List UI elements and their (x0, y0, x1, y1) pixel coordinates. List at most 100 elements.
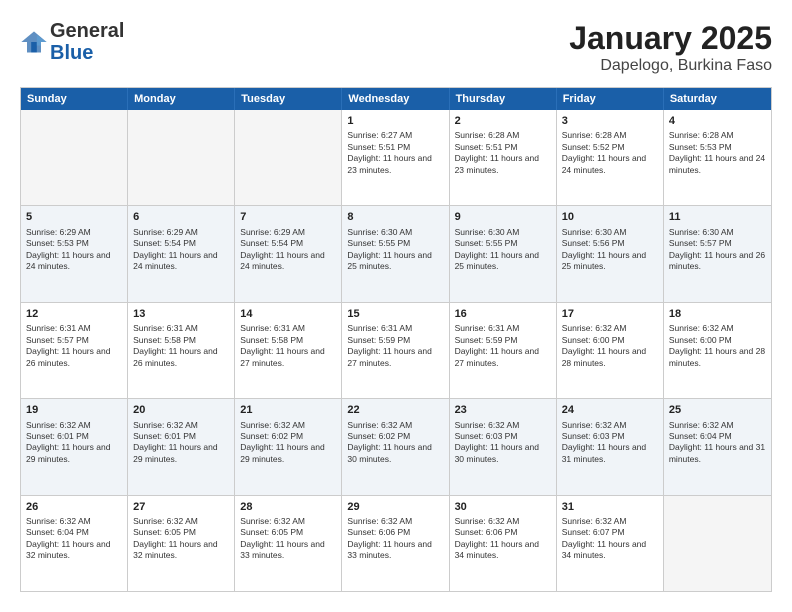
day-number: 31 (562, 500, 658, 514)
cell-info: Sunrise: 6:32 AM Sunset: 6:05 PM Dayligh… (240, 516, 336, 562)
calendar-body: 1 Sunrise: 6:27 AM Sunset: 5:51 PM Dayli… (21, 110, 771, 591)
cell-info: Sunrise: 6:30 AM Sunset: 5:56 PM Dayligh… (562, 227, 658, 273)
day-cell-12: 12 Sunrise: 6:31 AM Sunset: 5:57 PM Dayl… (21, 303, 128, 398)
header-day-monday: Monday (128, 88, 235, 110)
header: General Blue January 2025 Dapelogo, Burk… (20, 20, 772, 75)
day-number: 20 (133, 403, 229, 417)
day-cell-27: 27 Sunrise: 6:32 AM Sunset: 6:05 PM Dayl… (128, 496, 235, 591)
day-cell-8: 8 Sunrise: 6:30 AM Sunset: 5:55 PM Dayli… (342, 206, 449, 301)
day-number: 12 (26, 307, 122, 321)
day-number: 13 (133, 307, 229, 321)
cell-info: Sunrise: 6:32 AM Sunset: 6:01 PM Dayligh… (26, 420, 122, 466)
day-cell-21: 21 Sunrise: 6:32 AM Sunset: 6:02 PM Dayl… (235, 399, 342, 494)
day-number: 16 (455, 307, 551, 321)
day-cell-13: 13 Sunrise: 6:31 AM Sunset: 5:58 PM Dayl… (128, 303, 235, 398)
day-cell-29: 29 Sunrise: 6:32 AM Sunset: 6:06 PM Dayl… (342, 496, 449, 591)
day-number: 26 (26, 500, 122, 514)
day-cell-14: 14 Sunrise: 6:31 AM Sunset: 5:58 PM Dayl… (235, 303, 342, 398)
cell-info: Sunrise: 6:29 AM Sunset: 5:54 PM Dayligh… (133, 227, 229, 273)
cell-info: Sunrise: 6:31 AM Sunset: 5:59 PM Dayligh… (455, 323, 551, 369)
cell-info: Sunrise: 6:32 AM Sunset: 6:07 PM Dayligh… (562, 516, 658, 562)
day-cell-20: 20 Sunrise: 6:32 AM Sunset: 6:01 PM Dayl… (128, 399, 235, 494)
day-cell-24: 24 Sunrise: 6:32 AM Sunset: 6:03 PM Dayl… (557, 399, 664, 494)
day-cell-11: 11 Sunrise: 6:30 AM Sunset: 5:57 PM Dayl… (664, 206, 771, 301)
day-cell-7: 7 Sunrise: 6:29 AM Sunset: 5:54 PM Dayli… (235, 206, 342, 301)
day-cell-30: 30 Sunrise: 6:32 AM Sunset: 6:06 PM Dayl… (450, 496, 557, 591)
cell-info: Sunrise: 6:31 AM Sunset: 5:58 PM Dayligh… (133, 323, 229, 369)
day-cell-28: 28 Sunrise: 6:32 AM Sunset: 6:05 PM Dayl… (235, 496, 342, 591)
cell-info: Sunrise: 6:32 AM Sunset: 6:00 PM Dayligh… (669, 323, 766, 369)
day-number: 6 (133, 210, 229, 224)
calendar-row-2: 5 Sunrise: 6:29 AM Sunset: 5:53 PM Dayli… (21, 205, 771, 301)
cell-info: Sunrise: 6:29 AM Sunset: 5:54 PM Dayligh… (240, 227, 336, 273)
empty-cell (235, 110, 342, 205)
day-cell-1: 1 Sunrise: 6:27 AM Sunset: 5:51 PM Dayli… (342, 110, 449, 205)
header-day-sunday: Sunday (21, 88, 128, 110)
cell-info: Sunrise: 6:30 AM Sunset: 5:57 PM Dayligh… (669, 227, 766, 273)
day-cell-15: 15 Sunrise: 6:31 AM Sunset: 5:59 PM Dayl… (342, 303, 449, 398)
day-number: 24 (562, 403, 658, 417)
cell-info: Sunrise: 6:31 AM Sunset: 5:57 PM Dayligh… (26, 323, 122, 369)
day-number: 30 (455, 500, 551, 514)
day-number: 4 (669, 114, 766, 128)
day-number: 21 (240, 403, 336, 417)
cell-info: Sunrise: 6:32 AM Sunset: 6:04 PM Dayligh… (26, 516, 122, 562)
header-day-tuesday: Tuesday (235, 88, 342, 110)
cell-info: Sunrise: 6:28 AM Sunset: 5:53 PM Dayligh… (669, 130, 766, 176)
logo-icon (20, 28, 48, 56)
cell-info: Sunrise: 6:32 AM Sunset: 6:05 PM Dayligh… (133, 516, 229, 562)
empty-cell (21, 110, 128, 205)
header-day-thursday: Thursday (450, 88, 557, 110)
cell-info: Sunrise: 6:32 AM Sunset: 6:02 PM Dayligh… (347, 420, 443, 466)
empty-cell (128, 110, 235, 205)
cell-info: Sunrise: 6:32 AM Sunset: 6:04 PM Dayligh… (669, 420, 766, 466)
cell-info: Sunrise: 6:32 AM Sunset: 6:03 PM Dayligh… (562, 420, 658, 466)
calendar-row-3: 12 Sunrise: 6:31 AM Sunset: 5:57 PM Dayl… (21, 302, 771, 398)
cell-info: Sunrise: 6:32 AM Sunset: 6:01 PM Dayligh… (133, 420, 229, 466)
cell-info: Sunrise: 6:32 AM Sunset: 6:06 PM Dayligh… (347, 516, 443, 562)
day-number: 3 (562, 114, 658, 128)
day-number: 28 (240, 500, 336, 514)
day-number: 15 (347, 307, 443, 321)
day-number: 2 (455, 114, 551, 128)
day-cell-2: 2 Sunrise: 6:28 AM Sunset: 5:51 PM Dayli… (450, 110, 557, 205)
day-number: 22 (347, 403, 443, 417)
cell-info: Sunrise: 6:30 AM Sunset: 5:55 PM Dayligh… (347, 227, 443, 273)
day-number: 25 (669, 403, 766, 417)
cell-info: Sunrise: 6:28 AM Sunset: 5:51 PM Dayligh… (455, 130, 551, 176)
cell-info: Sunrise: 6:30 AM Sunset: 5:55 PM Dayligh… (455, 227, 551, 273)
cell-info: Sunrise: 6:31 AM Sunset: 5:59 PM Dayligh… (347, 323, 443, 369)
day-number: 11 (669, 210, 766, 224)
day-cell-31: 31 Sunrise: 6:32 AM Sunset: 6:07 PM Dayl… (557, 496, 664, 591)
day-cell-18: 18 Sunrise: 6:32 AM Sunset: 6:00 PM Dayl… (664, 303, 771, 398)
day-cell-19: 19 Sunrise: 6:32 AM Sunset: 6:01 PM Dayl… (21, 399, 128, 494)
day-cell-9: 9 Sunrise: 6:30 AM Sunset: 5:55 PM Dayli… (450, 206, 557, 301)
day-cell-25: 25 Sunrise: 6:32 AM Sunset: 6:04 PM Dayl… (664, 399, 771, 494)
day-number: 29 (347, 500, 443, 514)
cell-info: Sunrise: 6:32 AM Sunset: 6:00 PM Dayligh… (562, 323, 658, 369)
day-number: 19 (26, 403, 122, 417)
day-number: 23 (455, 403, 551, 417)
header-day-wednesday: Wednesday (342, 88, 449, 110)
title-block: January 2025 Dapelogo, Burkina Faso (569, 20, 772, 75)
day-cell-5: 5 Sunrise: 6:29 AM Sunset: 5:53 PM Dayli… (21, 206, 128, 301)
day-number: 10 (562, 210, 658, 224)
cell-info: Sunrise: 6:27 AM Sunset: 5:51 PM Dayligh… (347, 130, 443, 176)
day-cell-23: 23 Sunrise: 6:32 AM Sunset: 6:03 PM Dayl… (450, 399, 557, 494)
header-day-friday: Friday (557, 88, 664, 110)
day-number: 1 (347, 114, 443, 128)
cell-info: Sunrise: 6:28 AM Sunset: 5:52 PM Dayligh… (562, 130, 658, 176)
calendar: SundayMondayTuesdayWednesdayThursdayFrid… (20, 87, 772, 592)
day-number: 14 (240, 307, 336, 321)
day-number: 17 (562, 307, 658, 321)
day-number: 9 (455, 210, 551, 224)
day-number: 7 (240, 210, 336, 224)
day-cell-10: 10 Sunrise: 6:30 AM Sunset: 5:56 PM Dayl… (557, 206, 664, 301)
cell-info: Sunrise: 6:32 AM Sunset: 6:03 PM Dayligh… (455, 420, 551, 466)
day-cell-17: 17 Sunrise: 6:32 AM Sunset: 6:00 PM Dayl… (557, 303, 664, 398)
cell-info: Sunrise: 6:31 AM Sunset: 5:58 PM Dayligh… (240, 323, 336, 369)
page: General Blue January 2025 Dapelogo, Burk… (0, 0, 792, 612)
day-cell-3: 3 Sunrise: 6:28 AM Sunset: 5:52 PM Dayli… (557, 110, 664, 205)
logo-blue-text: Blue (50, 42, 93, 64)
calendar-subtitle: Dapelogo, Burkina Faso (569, 57, 772, 75)
